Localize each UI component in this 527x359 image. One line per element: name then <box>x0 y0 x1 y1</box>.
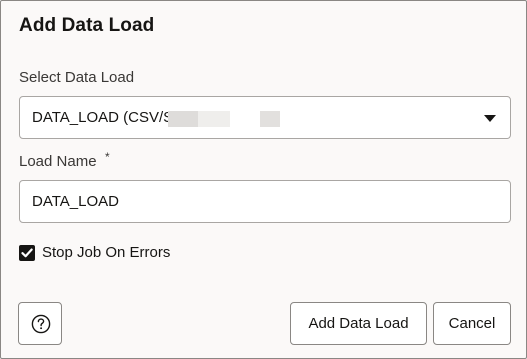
question-circle-icon <box>31 314 51 334</box>
checkmark-icon <box>21 248 33 258</box>
add-data-load-button[interactable]: Add Data Load <box>290 302 427 345</box>
load-name-input[interactable] <box>19 180 511 223</box>
load-name-label: Load Name <box>19 153 97 170</box>
chevron-down-icon[interactable] <box>484 115 496 122</box>
select-data-load-label: Select Data Load <box>19 69 135 86</box>
stop-job-checkbox[interactable] <box>19 245 35 261</box>
help-button[interactable] <box>18 302 62 345</box>
required-marker: * <box>105 150 110 164</box>
redacted-text <box>260 111 280 127</box>
cancel-button[interactable]: Cancel <box>433 302 511 345</box>
add-data-load-dialog: Add Data Load Select Data Load DATA_LOAD… <box>0 0 527 359</box>
select-data-load-value: DATA_LOAD (CSV/S <box>32 109 174 126</box>
dialog-title: Add Data Load <box>19 15 155 36</box>
redacted-text <box>168 111 198 127</box>
redacted-text <box>198 111 230 127</box>
select-data-load-dropdown[interactable]: DATA_LOAD (CSV/S <box>19 96 511 139</box>
stop-job-label[interactable]: Stop Job On Errors <box>42 244 170 261</box>
